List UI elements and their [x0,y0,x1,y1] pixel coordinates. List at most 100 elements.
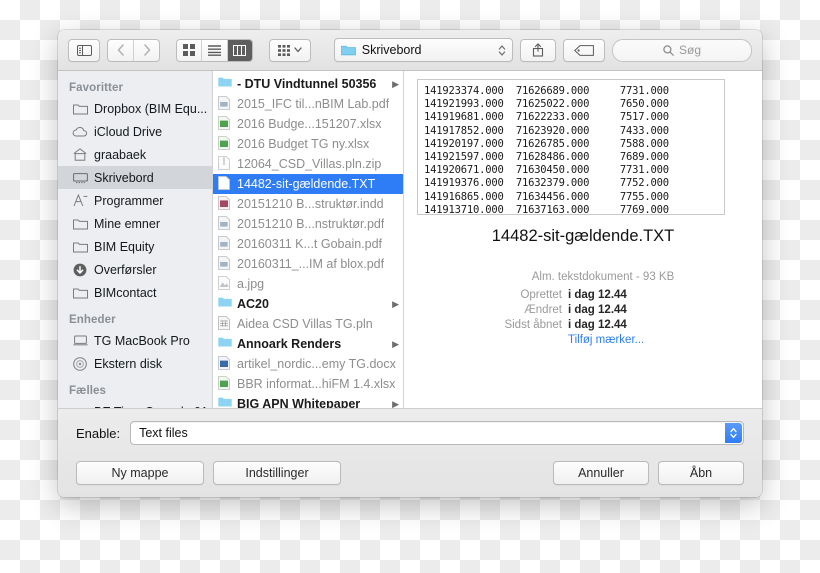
file-row-pdf[interactable]: 2015_IFC til...nBIM Lab.pdf [213,94,403,114]
file-row-docx[interactable]: artikel_nordic...emy TG.docx [213,354,403,374]
folder-icon [218,336,232,352]
file-row-xlsx[interactable]: 2016 Budget TG ny.xlsx [213,134,403,154]
file-row-pdf[interactable]: 20151210 B...nstruktør.pdf [213,214,403,234]
sidebar-item-programmer[interactable]: Programmer [58,189,212,212]
file-row-zip[interactable]: 12064_CSD_Villas.pln.zip [213,154,403,174]
stepper-icon[interactable] [725,423,742,443]
options-button[interactable]: Indstillinger [213,461,341,485]
file-name-label: 20160311_...IM af blox.pdf [237,257,385,271]
share-button[interactable] [520,38,556,62]
navigation-buttons [107,38,161,62]
file-row-folder[interactable]: - DTU Vindtunnel 50356 ▶ [213,74,403,94]
metadata-row-created: Oprettet i dag 12.44 [404,289,762,301]
forward-button[interactable] [134,40,159,61]
sidebar-item-mine-emner[interactable]: Mine emner [58,212,212,235]
enable-filetype-popup[interactable]: Text files [130,421,744,445]
sidebar-item-label: Overførsler [94,262,157,277]
file-name-label: 2016 Budget TG ny.xlsx [237,137,370,151]
folder-icon [72,101,88,117]
metadata-label: Oprettet [520,289,562,301]
preview-text-line: 141920671.000 71630450.000 7731.000 [424,164,669,177]
cancel-button[interactable]: Annuller [553,461,649,485]
file-row-indd[interactable]: 20151210 B...struktør.indd [213,194,403,214]
sidebar-item-label: TG MacBook Pro [94,333,190,348]
sidebar-group-favoritter: Favoritter Dropbox (BIM Equ... iCloud Dr… [58,77,212,304]
cloud-icon [72,124,88,140]
file-name-label: Aidea CSD Villas TG.pln [237,317,373,331]
confirm-buttons: Annuller Åbn [553,461,744,485]
sidebar-item-skrivebord[interactable]: Skrivebord [58,166,212,189]
sidebar-item-overforsler[interactable]: Overførsler [58,258,212,281]
file-row-selected[interactable]: 14482-sit-gældende.TXT [213,174,403,194]
file-list-column[interactable]: - DTU Vindtunnel 50356 ▶ 2015_IFC til...… [213,71,404,408]
sidebar-group-header: Fælles [69,385,107,397]
tag-button[interactable] [563,38,605,62]
sidebar-item-label: Dropbox (BIM Equ... [94,101,208,116]
sidebar-item-ekstern-disk[interactable]: Ekstern disk [58,352,212,375]
file-row-xlsx[interactable]: 2016 Budge...151207.xlsx [213,114,403,134]
metadata-label: Sidst åbnet [504,319,562,331]
file-row-pdf[interactable]: 20160311_...IM af blox.pdf [213,254,403,274]
preview-metadata: Alm. tekstdokument - 93 KB Oprettet i da… [404,271,762,349]
list-view-icon [207,44,221,56]
path-popup-button[interactable]: Skrivebord [333,38,513,62]
text-preview-box: 141923374.000 71626689.000 7731.000 1419… [417,79,725,215]
disk-icon [72,356,88,372]
path-popup-label: Skrivebord [361,43,422,57]
file-name-label: 2015_IFC til...nBIM Lab.pdf [237,97,390,111]
chevron-right-icon: ▶ [392,298,399,309]
sidebar-toggle-button[interactable] [68,38,100,62]
pdf-file-icon [218,96,232,112]
back-button[interactable] [108,39,135,61]
metadata-row-modified: Ændret i dag 12.44 [404,304,762,316]
file-row-pdf[interactable]: 20160311 K...t Gobain.pdf [213,234,403,254]
preview-text-line: 141916865.000 71634456.000 7755.000 [424,190,669,203]
open-button[interactable]: Åbn [658,461,744,485]
dialog-body: Favoritter Dropbox (BIM Equ... iCloud Dr… [58,71,762,409]
sidebar-item-bimcontact[interactable]: BIMcontact [58,281,212,304]
metadata-row-tags: Tilføj mærker... [404,334,762,346]
pdf-file-icon [218,256,232,272]
pdf-file-icon [218,236,232,252]
xlsx-file-icon [218,136,232,152]
enable-label: Enable: [76,425,121,441]
preview-text-line: 141921993.000 71625022.000 7650.000 [424,98,669,111]
file-row-folder[interactable]: BIG APN Whitepaper ▶ [213,394,403,408]
column-view-icon [233,44,247,56]
chevron-right-icon: ▶ [392,78,399,89]
home-icon [72,147,88,163]
search-input[interactable]: Søg [612,38,752,62]
icon-view-button[interactable] [177,39,203,61]
docx-file-icon [218,356,232,372]
sidebar-item-tg-macbook-pro[interactable]: TG MacBook Pro [58,329,212,352]
list-view-button[interactable] [202,39,228,61]
sidebar-item-label: BIM Equity [94,239,155,254]
folder-icon [218,296,232,312]
file-row-xlsx[interactable]: BBR informat...hiFM 1.4.xlsx [213,374,403,394]
zip-file-icon [218,156,232,172]
chevron-left-icon [117,44,124,56]
arrange-by-button[interactable] [268,38,311,62]
enable-row: Enable: Text files [76,421,744,445]
sidebar-item-dropbox[interactable]: Dropbox (BIM Equ... [58,97,212,120]
sidebar-item-label: Programmer [94,193,164,208]
add-tags-link[interactable]: Tilføj mærker... [568,334,644,346]
chevron-down-icon [294,47,302,53]
chevron-right-icon [143,44,150,56]
preview-file-title: 14482-sit-gældende.TXT [491,227,675,245]
sidebar-item-home[interactable]: graabaek [58,143,212,166]
sidebar-item-icloud-drive[interactable]: iCloud Drive [58,120,212,143]
new-folder-button[interactable]: Ny mappe [76,461,204,485]
file-row-folder[interactable]: Annoark Renders ▶ [213,334,403,354]
column-view-button[interactable] [227,39,252,61]
sidebar-item-bim-equity[interactable]: BIM Equity [58,235,212,258]
pln-file-icon [218,316,232,332]
sidebar-group-enheder: Enheder TG MacBook Pro Ekstern disk [58,304,212,375]
file-row-folder[interactable]: AC20 ▶ [213,294,403,314]
sidebar-item-label: Ekstern disk [94,356,163,371]
file-row-pln[interactable]: Aidea CSD Villas TG.pln [213,314,403,334]
sidebar-item-label: Skrivebord [94,170,154,185]
folder-icon [218,76,232,92]
file-row-jpg[interactable]: a.jpg [213,274,403,294]
sidebar-item-be-time-capsule-01[interactable]: BE Time Capsule 01 [58,400,212,409]
